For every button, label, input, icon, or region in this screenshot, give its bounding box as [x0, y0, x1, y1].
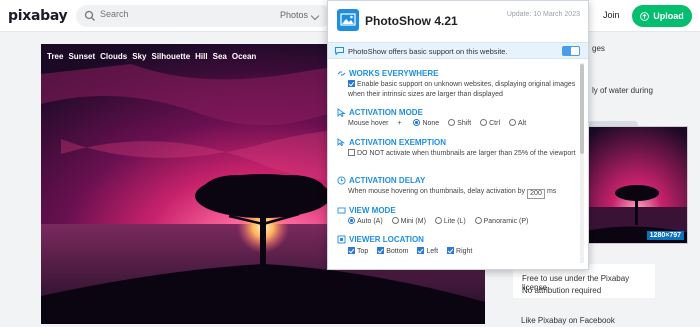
section-title: WORKS EVERYWHERE [349, 69, 439, 78]
link-icon [337, 71, 346, 76]
photo-tags: Tree Sunset Clouds Sky Silhouette Hill S… [47, 52, 256, 61]
update-date: Update: 10 March 2023 [506, 11, 580, 18]
works-everywhere-text: Enable basic support on unknown websites… [348, 81, 576, 98]
activation-alt-option[interactable]: Alt [508, 119, 526, 129]
tag-sea[interactable]: Sea [213, 52, 227, 61]
upload-icon [640, 11, 650, 21]
location-bottom-option[interactable]: Bottom [377, 247, 408, 257]
join-link[interactable]: Join [603, 10, 620, 20]
exemption-text: DO NOT activate when thumbnails are larg… [357, 150, 576, 157]
photoshow-app-icon [337, 9, 359, 31]
view-mode-icon [337, 207, 346, 214]
pixabay-logo[interactable]: pixabay [8, 8, 68, 24]
sidebar-heading-fragment: ges [592, 44, 605, 53]
activation-shift-option[interactable]: Shift [448, 119, 471, 129]
tag-silhouette[interactable]: Silhouette [151, 52, 190, 61]
delay-unit: ms [546, 188, 557, 195]
tag-sunset[interactable]: Sunset [68, 52, 95, 61]
section-title: VIEW MODE [349, 206, 396, 215]
delay-input[interactable]: 200 [527, 189, 545, 199]
exemption-checkbox[interactable] [348, 149, 355, 156]
view-panoramic-option[interactable]: Panoramic (P) [474, 217, 528, 227]
tag-hill[interactable]: Hill [195, 52, 207, 61]
tag-sky[interactable]: Sky [132, 52, 146, 61]
search-icon [84, 10, 95, 21]
resolution-badge: 1280×797 [646, 231, 684, 240]
popup-header: PhotoShow 4.21 Update: 10 March 2023 [328, 1, 588, 41]
search-input[interactable] [100, 9, 270, 19]
search-bar[interactable]: Photos [76, 5, 332, 27]
location-icon [337, 235, 346, 244]
notice-text: PhotoShow offers basic support on this w… [348, 47, 508, 56]
activation-none-option[interactable]: None [413, 119, 439, 129]
scrollbar-thumb[interactable] [580, 64, 584, 154]
location-top-option[interactable]: Top [348, 247, 368, 257]
attribution-text: No attribution required [522, 286, 602, 295]
mouse-hover-label: Mouse hover [348, 120, 389, 127]
chat-bubble-icon [335, 47, 344, 55]
cursor-icon [337, 108, 346, 117]
section-title: ACTIVATION EXEMPTION [349, 138, 447, 147]
clock-icon [337, 176, 346, 185]
facebook-like-link[interactable]: Like Pixabay on Facebook [521, 316, 615, 325]
view-auto-option[interactable]: Auto (A) [348, 217, 383, 227]
view-mini-option[interactable]: Mini (M) [391, 217, 426, 227]
section-title: ACTIVATION DELAY [349, 176, 426, 185]
preview-thumbnail[interactable]: 1280×797 [584, 126, 688, 244]
sidebar-description-fragment: ly of water during [592, 86, 653, 95]
search-type-select[interactable]: Photos [280, 10, 308, 20]
activation-ctrl-option[interactable]: Ctrl [480, 119, 500, 129]
tag-ocean[interactable]: Ocean [232, 52, 256, 61]
location-right-option[interactable]: Right [447, 247, 472, 257]
cursor-exempt-icon [337, 138, 345, 147]
popup-title: PhotoShow 4.21 [365, 14, 458, 28]
support-notice: PhotoShow offers basic support on this w… [328, 42, 588, 59]
delay-text: When mouse hovering on thumbnails, delay… [348, 188, 526, 195]
thumbnail-photo [585, 127, 687, 243]
upload-label: Upload [653, 11, 684, 21]
site-support-toggle[interactable] [562, 46, 580, 56]
tag-clouds[interactable]: Clouds [100, 52, 127, 61]
view-lite-option[interactable]: Lite (L) [434, 217, 466, 227]
section-title: ACTIVATION MODE [349, 108, 423, 117]
photoshow-popup: PhotoShow 4.21 Update: 10 March 2023 Pho… [327, 0, 589, 270]
upload-button[interactable]: Upload [632, 5, 692, 27]
section-title: VIEWER LOCATION [349, 235, 424, 244]
plus-sign: + [397, 120, 402, 127]
tag-tree[interactable]: Tree [47, 52, 63, 61]
location-left-option[interactable]: Left [417, 247, 438, 257]
works-everywhere-checkbox[interactable] [348, 80, 355, 87]
chevron-down-icon [310, 11, 320, 21]
